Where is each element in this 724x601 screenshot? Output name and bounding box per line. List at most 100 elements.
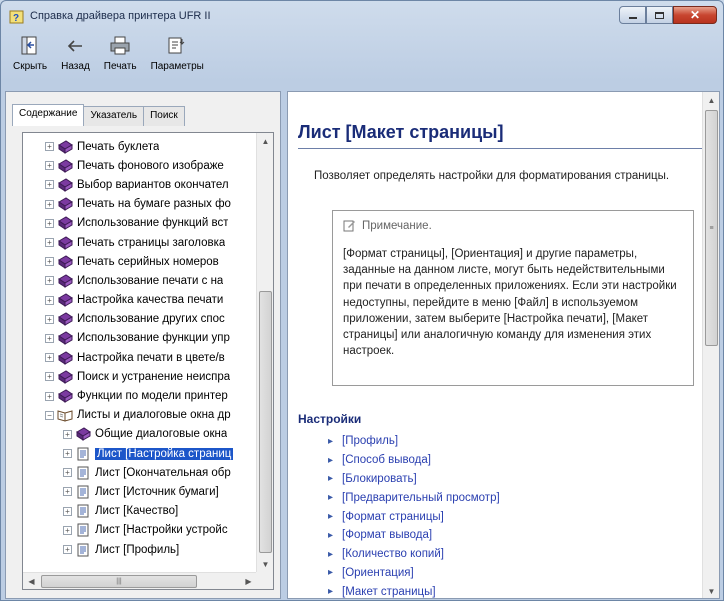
tab-contents[interactable]: Содержание bbox=[12, 104, 85, 126]
settings-links: ▸ [Профиль] ▸ [Способ вывода] ▸ [Блокировать]… bbox=[328, 432, 500, 598]
tree-item[interactable]: + Лист [Окончательная обр bbox=[23, 463, 257, 482]
print-button[interactable]: Печать bbox=[100, 33, 141, 85]
expand-icon[interactable]: + bbox=[45, 353, 54, 363]
tab-search[interactable]: Поиск bbox=[143, 106, 185, 126]
expand-icon[interactable]: + bbox=[45, 142, 54, 152]
tree-item[interactable]: + Настройка печати в цвете/в bbox=[23, 348, 257, 367]
tree-item[interactable]: + Лист [Настройки устройс bbox=[23, 521, 257, 540]
expand-icon[interactable]: + bbox=[45, 161, 54, 171]
tree-item-label: Настройка качества печати bbox=[77, 294, 224, 307]
tree-item[interactable]: + Лист [Качество] bbox=[23, 502, 257, 521]
title-bar[interactable]: ? Справка драйвера принтера UFR II ✕ bbox=[1, 1, 723, 31]
expand-icon[interactable]: + bbox=[63, 468, 72, 478]
settings-link[interactable]: [Макет страницы] bbox=[342, 586, 436, 598]
tree-item[interactable]: + Настройка качества печати bbox=[23, 291, 257, 310]
expand-icon[interactable]: + bbox=[63, 545, 72, 555]
closed-book-icon bbox=[58, 140, 73, 154]
expand-icon[interactable]: + bbox=[63, 525, 72, 535]
title-divider bbox=[298, 148, 703, 149]
closed-book-icon bbox=[58, 235, 73, 250]
tab-index[interactable]: Указатель bbox=[83, 106, 145, 126]
expand-icon[interactable]: + bbox=[45, 314, 54, 324]
settings-link[interactable]: [Способ вывода] bbox=[342, 454, 431, 466]
tree-item[interactable]: + Использование функции упр bbox=[23, 329, 257, 348]
maximize-button[interactable] bbox=[646, 6, 673, 24]
settings-link-item[interactable]: ▸ [Профиль] bbox=[328, 432, 500, 451]
settings-link-item[interactable]: ▸ [Макет страницы] bbox=[328, 582, 500, 598]
tree-item-label: Лист [Настройки устройс bbox=[95, 524, 228, 537]
settings-link[interactable]: [Блокировать] bbox=[342, 473, 417, 485]
nav-tabs: Содержание Указатель Поиск bbox=[12, 104, 185, 126]
settings-link-item[interactable]: ▸ [Формат страницы] bbox=[328, 507, 500, 526]
minimize-button[interactable] bbox=[619, 6, 646, 24]
toolbar: Скрыть Назад Печать Параметры bbox=[9, 33, 214, 85]
topic-intro: Позволяет определять настройки для форма… bbox=[314, 170, 670, 182]
tree-horizontal-scrollbar[interactable]: ◀ ||| ▶ bbox=[23, 572, 257, 589]
expand-icon[interactable]: + bbox=[63, 429, 72, 439]
tree-item[interactable]: + Печать буклета bbox=[23, 137, 257, 156]
expand-icon[interactable]: + bbox=[45, 199, 54, 209]
settings-link-item[interactable]: ▸ [Количество копий] bbox=[328, 545, 500, 564]
expand-icon[interactable]: + bbox=[45, 333, 54, 343]
back-button[interactable]: Назад bbox=[57, 33, 94, 85]
closed-book-icon bbox=[76, 427, 91, 442]
closed-book-icon bbox=[58, 293, 73, 308]
settings-link-item[interactable]: ▸ [Блокировать] bbox=[328, 470, 500, 489]
topic-scroll-down-arrow-icon[interactable]: ▼ bbox=[703, 583, 719, 598]
tree-item[interactable]: + Использование функций вст bbox=[23, 214, 257, 233]
expand-icon[interactable]: + bbox=[63, 449, 72, 459]
settings-link-item[interactable]: ▸ [Способ вывода] bbox=[328, 451, 500, 470]
tree-item[interactable]: + Функции по модели принтер bbox=[23, 386, 257, 405]
close-button[interactable]: ✕ bbox=[673, 6, 717, 24]
tree-item[interactable]: + Печать страницы заголовка bbox=[23, 233, 257, 252]
tree-item[interactable]: + Использование печати с на bbox=[23, 271, 257, 290]
settings-link[interactable]: [Формат страницы] bbox=[342, 511, 444, 523]
options-button[interactable]: Параметры bbox=[147, 33, 208, 85]
tree-item-label: Лист [Настройка страниц bbox=[95, 447, 234, 460]
settings-link[interactable]: [Количество копий] bbox=[342, 548, 444, 560]
window-title: Справка драйвера принтера UFR II bbox=[30, 10, 211, 22]
closed-book-icon bbox=[58, 159, 73, 173]
expand-icon[interactable]: + bbox=[45, 391, 54, 401]
topic-scroll-thumb[interactable]: ≡ bbox=[705, 110, 718, 346]
expand-icon[interactable]: + bbox=[63, 487, 72, 497]
expand-icon[interactable]: + bbox=[45, 238, 54, 248]
settings-link-item[interactable]: ▸ [Формат вывода] bbox=[328, 526, 500, 545]
expand-icon[interactable]: + bbox=[45, 257, 54, 267]
tree-item[interactable]: + Лист [Настройка страниц bbox=[23, 444, 257, 463]
tree-item[interactable]: + Печать фонового изображе bbox=[23, 156, 257, 175]
expand-icon[interactable]: + bbox=[45, 218, 54, 228]
hide-button[interactable]: Скрыть bbox=[9, 33, 51, 85]
expand-icon[interactable]: + bbox=[45, 372, 54, 382]
tree-item-label: Общие диалоговые окна bbox=[95, 428, 228, 441]
settings-link[interactable]: [Профиль] bbox=[342, 435, 398, 447]
tree-hscroll-thumb[interactable]: ||| bbox=[41, 575, 197, 588]
expand-icon[interactable]: + bbox=[45, 276, 54, 286]
settings-link-item[interactable]: ▸ [Предварительный просмотр] bbox=[328, 488, 500, 507]
settings-link[interactable]: [Предварительный просмотр] bbox=[342, 492, 500, 504]
tree-item[interactable]: + Лист [Профиль] bbox=[23, 540, 257, 559]
expand-icon[interactable]: + bbox=[45, 180, 54, 190]
expand-icon[interactable]: + bbox=[45, 295, 54, 305]
collapse-icon[interactable]: − bbox=[45, 410, 54, 420]
settings-link-item[interactable]: ▸ [Ориентация] bbox=[328, 564, 500, 583]
topic-scroll-up-arrow-icon[interactable]: ▲ bbox=[703, 92, 719, 109]
scroll-left-arrow-icon[interactable]: ◀ bbox=[23, 573, 40, 589]
tree-item[interactable]: + Использование других спос bbox=[23, 310, 257, 329]
scroll-up-arrow-icon[interactable]: ▲ bbox=[257, 133, 273, 150]
expand-icon[interactable]: + bbox=[63, 506, 72, 516]
tree-item[interactable]: − Листы и диалоговые окна др bbox=[23, 406, 257, 425]
scroll-right-arrow-icon[interactable]: ▶ bbox=[240, 573, 257, 589]
tree-item[interactable]: + Печать на бумаге разных фо bbox=[23, 195, 257, 214]
tree-item[interactable]: + Выбор вариантов окончател bbox=[23, 175, 257, 194]
tree-vertical-scrollbar[interactable]: ▲ ▼ bbox=[256, 133, 273, 573]
tree-scroll-thumb[interactable] bbox=[259, 291, 272, 553]
scroll-down-arrow-icon[interactable]: ▼ bbox=[257, 556, 273, 573]
tree-item[interactable]: + Поиск и устранение неиспра bbox=[23, 367, 257, 386]
tree-item[interactable]: + Общие диалоговые окна bbox=[23, 425, 257, 444]
tree-item[interactable]: + Лист [Источник бумаги] bbox=[23, 482, 257, 501]
settings-link[interactable]: [Ориентация] bbox=[342, 567, 414, 579]
topic-vertical-scrollbar[interactable]: ▲ ≡ ▼ bbox=[702, 92, 719, 598]
tree-item[interactable]: + Печать серийных номеров bbox=[23, 252, 257, 271]
settings-link[interactable]: [Формат вывода] bbox=[342, 529, 432, 541]
